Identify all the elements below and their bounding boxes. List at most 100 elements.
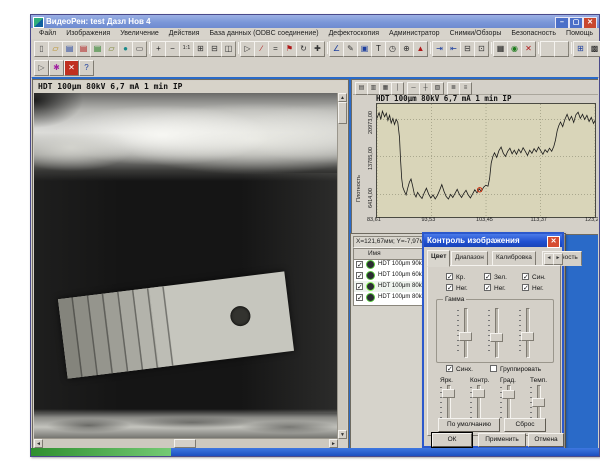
- row-checkbox[interactable]: ✓: [356, 283, 363, 290]
- negative-checkbox-1[interactable]: ✓: [446, 284, 453, 291]
- row-checkbox[interactable]: ✓: [356, 272, 363, 279]
- split-vertical-icon[interactable]: ◫: [221, 41, 236, 57]
- minimize-button[interactable]: –: [555, 17, 569, 28]
- negative-checkbox-2[interactable]: ✓: [484, 284, 491, 291]
- blank-1-icon[interactable]: [540, 41, 555, 57]
- level-tool-icon[interactable]: =: [268, 41, 283, 57]
- flag-marker-icon[interactable]: ⚑: [282, 41, 297, 57]
- desktop: { "window": { "title": "ВидеоРен: test Д…: [0, 0, 600, 469]
- vertical-scroll-thumb[interactable]: [338, 102, 347, 124]
- blank-2-icon[interactable]: [554, 41, 569, 57]
- tab-калибровка[interactable]: Калибровка: [492, 251, 536, 266]
- image-view-icon[interactable]: ▩: [587, 41, 600, 57]
- xray-image[interactable]: [34, 93, 338, 439]
- adjust-label-4: Темп.: [530, 377, 547, 384]
- negative-checkbox-3[interactable]: ✓: [522, 284, 529, 291]
- color-checkbox-2[interactable]: ✓: [484, 273, 491, 280]
- print-icon[interactable]: ▭: [132, 41, 147, 57]
- adjust-labels-row: Ярк.Контр.Град.Темп.: [428, 377, 560, 385]
- clock-tool-icon[interactable]: ◷: [385, 41, 400, 57]
- maximize-button[interactable]: ▢: [569, 17, 583, 28]
- tab-scroll-right-icon[interactable]: ►: [553, 253, 563, 265]
- menu-item-2[interactable]: Изображения: [61, 30, 115, 37]
- gamma-slider-1-thumb[interactable]: [459, 332, 472, 341]
- tool-magenta-icon[interactable]: ✱: [49, 60, 64, 76]
- plot-area[interactable]: [376, 103, 596, 218]
- histogram-tool-icon[interactable]: ▲: [413, 41, 428, 57]
- pan-tool-icon[interactable]: ✚: [310, 41, 325, 57]
- tab-цвет[interactable]: Цвет: [427, 250, 450, 267]
- new-document-icon[interactable]: ▯: [34, 41, 49, 57]
- scroll-down-icon[interactable]: ▼: [338, 430, 347, 439]
- target-tool-icon[interactable]: ⊕: [399, 41, 414, 57]
- menu-item-9[interactable]: Безопасность: [506, 30, 561, 37]
- menu-item-8[interactable]: Снимки/Обзоры: [445, 30, 507, 37]
- save-green-icon[interactable]: ▤: [90, 41, 105, 57]
- menu-item-3[interactable]: Увеличение: [115, 30, 164, 37]
- zoom-actual-icon[interactable]: 1:1: [179, 41, 194, 57]
- row-checkbox[interactable]: ✓: [356, 261, 363, 268]
- measure-line-icon[interactable]: ∕: [254, 41, 269, 57]
- title-bar[interactable]: ВидеоРен: test Дазл Нов 4 – ▢ ✕: [31, 15, 599, 28]
- angle-tool-icon[interactable]: ∠: [329, 41, 344, 57]
- adjust-slider-4-thumb[interactable]: [532, 398, 545, 407]
- color-checkbox-1[interactable]: ✓: [446, 273, 453, 280]
- vertical-scrollbar[interactable]: ▲ ▼: [337, 93, 347, 439]
- globe-icon[interactable]: ●: [118, 41, 133, 57]
- scroll-right-icon[interactable]: ►: [329, 439, 338, 448]
- help-secondary-icon[interactable]: ?: [79, 60, 94, 76]
- dialog-title-bar[interactable]: Контроль изображения ✕: [424, 234, 562, 247]
- zoom-out-icon[interactable]: −: [165, 41, 180, 57]
- step-wedge-hole: [229, 305, 251, 327]
- menu-item-6[interactable]: Дефектоскопия: [324, 30, 384, 37]
- tile-windows-icon[interactable]: ⊞: [193, 41, 208, 57]
- zoom-in-icon[interactable]: +: [151, 41, 166, 57]
- minus-box-icon[interactable]: ⊟: [460, 41, 475, 57]
- cancel-button[interactable]: Отмена: [528, 433, 564, 447]
- menu-item-5[interactable]: База данных (ODBC соединение): [204, 30, 323, 37]
- adjust-slider-1-thumb[interactable]: [442, 389, 455, 398]
- horizontal-scroll-thumb[interactable]: [174, 439, 196, 448]
- menu-item-10[interactable]: Помощь: [561, 30, 598, 37]
- gamma-slider-2-thumb[interactable]: [490, 333, 503, 342]
- pencil-tool-icon[interactable]: ✎: [343, 41, 358, 57]
- copy-back-icon[interactable]: ⇤: [446, 41, 461, 57]
- close-red-icon[interactable]: ✕: [64, 60, 79, 76]
- split-horizontal-icon[interactable]: ⊟: [207, 41, 222, 57]
- menu-item-1[interactable]: Файл: [34, 30, 61, 37]
- open-folder-icon[interactable]: ▱: [48, 41, 63, 57]
- close-button[interactable]: ✕: [583, 17, 597, 28]
- color-checkbox-3[interactable]: ✓: [522, 273, 529, 280]
- dialog-close-icon[interactable]: ✕: [547, 236, 560, 248]
- option-checkbox-2[interactable]: [490, 365, 497, 372]
- default-button[interactable]: По умолчанию: [438, 418, 500, 432]
- horizontal-scrollbar[interactable]: ◄ ►: [34, 438, 338, 448]
- text-tool-icon[interactable]: T: [371, 41, 386, 57]
- gamma-slider-3-thumb[interactable]: [521, 332, 534, 341]
- menu-item-7[interactable]: Администратор: [384, 30, 445, 37]
- scroll-up-icon[interactable]: ▲: [338, 93, 347, 102]
- pick-region-icon[interactable]: ▣: [357, 41, 372, 57]
- rgb-off-icon[interactable]: ✕: [521, 41, 536, 57]
- scroll-left-icon[interactable]: ◄: [34, 439, 43, 448]
- save-icon[interactable]: ▤: [62, 41, 77, 57]
- reset-button[interactable]: Сброс: [504, 418, 546, 432]
- adjust-slider-2-thumb[interactable]: [472, 389, 485, 398]
- rgb-wheel-icon[interactable]: ◉: [507, 41, 522, 57]
- tab-диапазон[interactable]: Диапазон: [451, 251, 488, 266]
- apply-button[interactable]: Применить: [478, 433, 526, 447]
- rotate-tool-icon[interactable]: ↻: [296, 41, 311, 57]
- film-strip-icon[interactable]: ▦: [493, 41, 508, 57]
- ok-button[interactable]: ОК: [432, 433, 472, 447]
- save-red-icon[interactable]: ▤: [76, 41, 91, 57]
- option-checkbox-1[interactable]: ✓: [446, 365, 453, 372]
- info-box-icon[interactable]: ⊡: [474, 41, 489, 57]
- row-checkbox[interactable]: ✓: [356, 294, 363, 301]
- menu-item-4[interactable]: Действия: [164, 30, 205, 37]
- export-folder-icon[interactable]: ▱: [104, 41, 119, 57]
- adjust-slider-3-thumb[interactable]: [502, 390, 515, 399]
- select-cursor-icon[interactable]: ▷: [240, 41, 255, 57]
- grid-view-icon[interactable]: ⊞: [573, 41, 588, 57]
- report-page-icon[interactable]: ▷: [34, 60, 49, 76]
- copy-forward-icon[interactable]: ⇥: [432, 41, 447, 57]
